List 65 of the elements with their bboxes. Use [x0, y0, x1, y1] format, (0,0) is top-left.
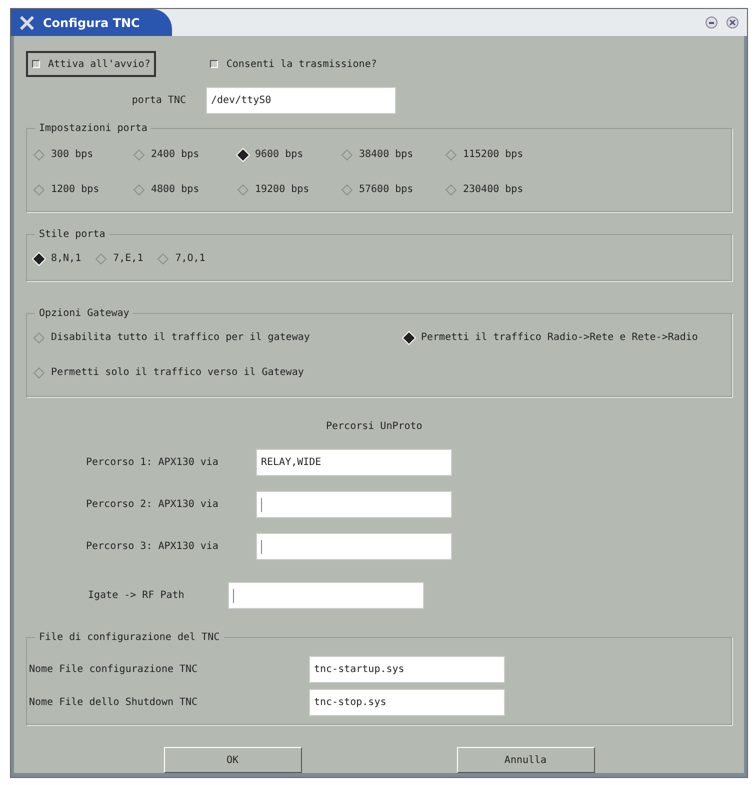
radio-button[interactable] — [341, 148, 353, 160]
radio-label: 9600 bps — [255, 148, 304, 162]
checkbox[interactable] — [210, 60, 218, 68]
group-title: Stile porta — [35, 227, 110, 242]
radio-label: 4800 bps — [151, 183, 200, 197]
window-title: Configura TNC — [43, 14, 140, 32]
radio-button[interactable] — [445, 148, 457, 160]
radio-button[interactable] — [133, 148, 145, 160]
field-label: Nome File configurazione TNC — [29, 663, 199, 677]
group-title: Impostazioni porta — [35, 121, 152, 136]
checkbox-option[interactable]: Attiva all'avvio? — [26, 51, 156, 77]
field-label: Percorso 1: APX130 via — [85, 456, 220, 470]
radio-label: 19200 bps — [255, 183, 310, 197]
field-label: Percorso 3: APX130 via — [85, 540, 220, 554]
radio-button[interactable] — [237, 148, 249, 160]
section-title: Percorsi UnProto — [326, 420, 424, 434]
radio-label: 230400 bps — [463, 183, 524, 197]
radio-label: 115200 bps — [463, 148, 524, 162]
text-field[interactable]: tnc-stop.sys — [309, 689, 505, 716]
radio-label: 8,N,1 — [51, 252, 82, 266]
group-title: Opzioni Gateway — [35, 306, 134, 321]
radio-button[interactable] — [403, 332, 415, 344]
radio-label: 7,E,1 — [113, 252, 144, 266]
field-label: Igate -> RF Path — [87, 589, 186, 603]
text-field[interactable]: /dev/ttyS0 — [206, 87, 396, 114]
radio-label: 38400 bps — [359, 148, 414, 162]
text-field[interactable] — [256, 533, 452, 560]
dialog-button[interactable]: Annulla — [456, 747, 594, 773]
text-field[interactable]: RELAY,WIDE — [256, 449, 452, 476]
field-value: RELAY,WIDE — [261, 456, 322, 470]
field-value: tnc-startup.sys — [314, 663, 404, 677]
field-label: porta TNC — [130, 94, 187, 108]
radio-label: 57600 bps — [359, 183, 414, 197]
field-value: tnc-stop.sys — [314, 696, 386, 710]
minimize-icon[interactable] — [705, 16, 718, 29]
field-value: /dev/ttyS0 — [211, 94, 272, 108]
field-label: Percorso 2: APX130 via — [85, 498, 220, 512]
radio-label: Permetti il traffico Radio->Rete e Rete->Radio — [421, 331, 698, 345]
radio-label: 2400 bps — [151, 148, 200, 162]
text-field[interactable]: tnc-startup.sys — [309, 656, 505, 683]
radio-button[interactable] — [341, 184, 353, 196]
radio-label: Disabilita tutto il traffico per il gateway — [51, 331, 310, 345]
radio-button[interactable] — [33, 184, 45, 196]
checkbox-option[interactable]: Consenti la trasmissione? — [206, 51, 381, 77]
radio-button[interactable] — [33, 366, 45, 378]
radio-label: Permetti solo il traffico verso il Gateway — [51, 366, 304, 380]
group-title: File di configurazione del TNC — [35, 630, 224, 645]
app-icon — [19, 14, 35, 30]
text-field[interactable] — [228, 582, 424, 609]
radio-button[interactable] — [95, 252, 107, 264]
dialog-button[interactable]: OK — [164, 747, 302, 773]
radio-button[interactable] — [33, 332, 45, 344]
radio-button[interactable] — [445, 184, 457, 196]
radio-button[interactable] — [237, 184, 249, 196]
radio-button[interactable] — [33, 252, 45, 264]
text-field[interactable] — [256, 491, 452, 518]
field-label: Nome File dello Shutdown TNC — [29, 696, 199, 710]
radio-button[interactable] — [33, 148, 45, 160]
close-icon[interactable] — [726, 16, 739, 29]
checkbox[interactable] — [32, 60, 40, 68]
radio-label: 7,O,1 — [175, 252, 206, 266]
radio-label: 300 bps — [51, 148, 94, 162]
radio-button[interactable] — [158, 252, 169, 264]
radio-label: 1200 bps — [51, 183, 100, 197]
radio-button[interactable] — [133, 184, 145, 196]
